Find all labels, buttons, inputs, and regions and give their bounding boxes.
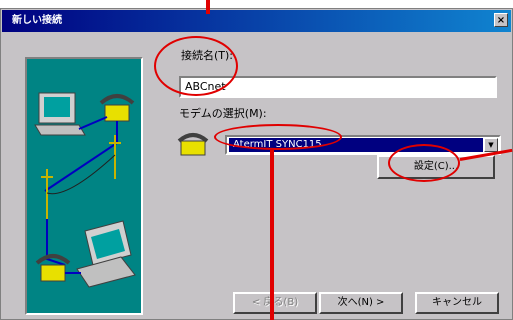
annotation-line-top: [206, 0, 210, 14]
chevron-down-icon[interactable]: ▼: [484, 138, 498, 152]
annotation-circle-settings: [388, 144, 460, 182]
modem-icon: [177, 133, 209, 156]
annotation-circle-name: [154, 36, 238, 96]
desktop-computer-icon: [34, 92, 86, 136]
connection-illustration: [25, 57, 143, 315]
window-title: 新しい接続: [12, 15, 62, 26]
close-button[interactable]: ×: [494, 13, 508, 27]
annotation-circle-modem: [214, 124, 342, 150]
title-bar: 新しい接続 ×: [2, 10, 511, 32]
illustration-graphic: [34, 92, 136, 288]
next-button[interactable]: 次へ(N) >: [319, 292, 403, 314]
modem-select-label: モデムの選択(M):: [179, 107, 267, 120]
laptop-icon: [76, 220, 136, 288]
cancel-button[interactable]: キャンセル: [415, 292, 499, 314]
telephone-icon: [35, 254, 71, 282]
annotation-line-bottom: [270, 150, 274, 320]
back-button[interactable]: < 戻る(B): [233, 292, 317, 314]
